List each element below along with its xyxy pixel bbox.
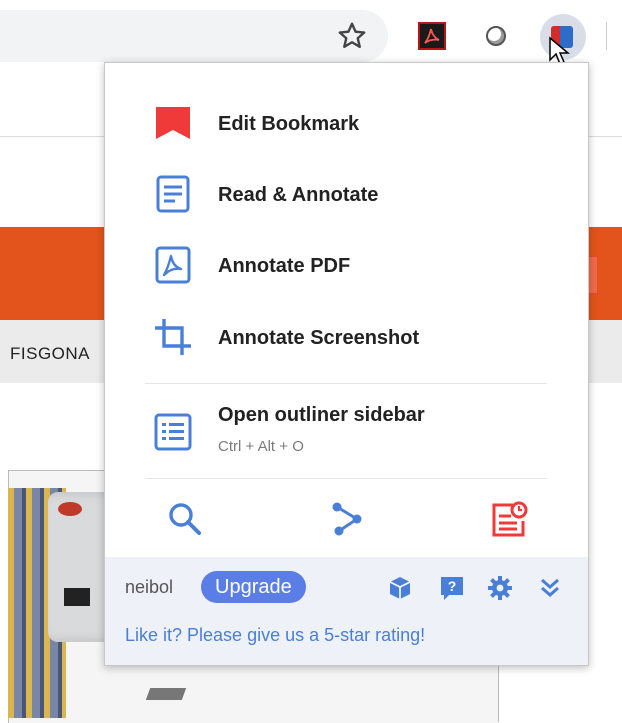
popup-footer: neibol Upgrade ? Like it? Please give us…	[105, 557, 588, 665]
edit-bookmark-label: Edit Bookmark	[218, 113, 360, 135]
svg-text:?: ?	[448, 578, 457, 594]
read-annotate-label: Read & Annotate	[218, 184, 379, 206]
chevron-double-down-icon[interactable]	[537, 575, 563, 601]
read-annotate-item[interactable]: Read & Annotate	[105, 166, 588, 222]
share-icon[interactable]	[327, 499, 367, 539]
extension-popup: Edit Bookmark Read & Annotate Annotate P…	[104, 62, 589, 666]
toolbar-separator	[606, 22, 607, 50]
gear-icon[interactable]	[487, 575, 513, 601]
acrobat-extension-icon[interactable]	[418, 22, 446, 50]
annotate-screenshot-label: Annotate Screenshot	[218, 327, 420, 349]
annotate-pdf-item[interactable]: Annotate PDF	[105, 237, 588, 293]
inverter-label	[64, 588, 90, 606]
keyboard-shortcut: Ctrl + Alt + O	[218, 438, 304, 455]
pdf-icon	[155, 246, 191, 284]
rating-link[interactable]: Like it? Please give us a 5-star rating!	[125, 625, 425, 646]
open-outliner-label: Open outliner sidebar	[218, 404, 425, 426]
crop-icon	[155, 319, 191, 355]
site-nav-link[interactable]: FISGONA	[10, 344, 90, 364]
circle-extension-icon[interactable]	[484, 24, 508, 48]
menu-divider	[145, 383, 547, 384]
star-icon[interactable]	[336, 20, 368, 52]
product-mark	[145, 688, 187, 700]
bookmark-icon	[156, 107, 190, 139]
inverter-logo	[58, 502, 82, 516]
annotate-pdf-label: Annotate PDF	[218, 255, 351, 277]
annotate-screenshot-item[interactable]: Annotate Screenshot	[105, 309, 588, 365]
cube-icon[interactable]	[387, 575, 413, 601]
upgrade-button[interactable]: Upgrade	[201, 571, 306, 603]
outline-list-icon	[154, 413, 192, 451]
menu-divider	[145, 478, 547, 479]
username: neibol	[125, 577, 174, 597]
search-icon[interactable]	[165, 499, 205, 539]
reminder-icon[interactable]	[489, 499, 529, 539]
help-icon[interactable]: ?	[439, 575, 465, 601]
document-icon	[156, 175, 190, 213]
open-outliner-item[interactable]: Open outliner sidebar Ctrl + Alt + O	[105, 396, 588, 460]
address-bar[interactable]	[0, 10, 388, 62]
edit-bookmark-item[interactable]: Edit Bookmark	[105, 95, 588, 151]
